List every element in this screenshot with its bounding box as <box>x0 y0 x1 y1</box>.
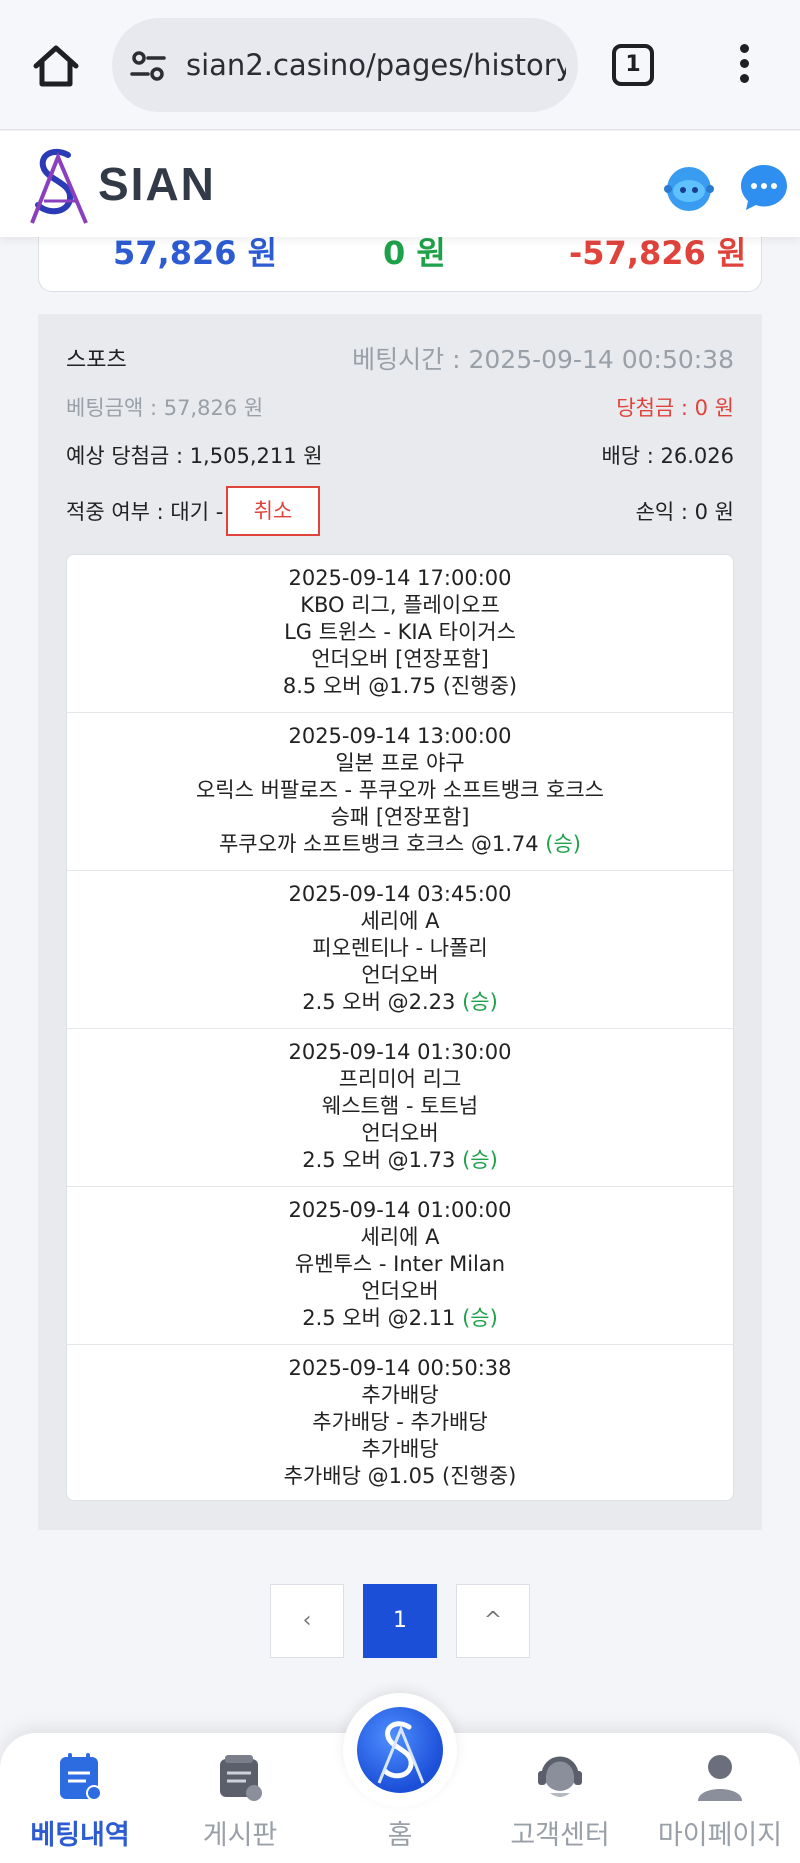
site-settings-icon[interactable] <box>128 46 168 86</box>
page-1-button[interactable]: 1 <box>363 1584 437 1658</box>
game-datetime: 2025-09-14 03:45:00 <box>288 882 512 906</box>
game-market: 언더오버 <box>361 1121 439 1145</box>
nav-item-my-page[interactable]: 마이페이지 <box>640 1733 800 1863</box>
game-pick-line: 8.5 오버 @1.75 (진행중) <box>67 673 733 700</box>
cancel-bet-button[interactable]: 취소 <box>226 486 320 536</box>
nav-label-home[interactable]: 홈 <box>343 1813 457 1852</box>
game-league: 추가배당 <box>361 1383 439 1407</box>
game-datetime: 2025-09-14 13:00:00 <box>288 724 512 748</box>
logo-text[interactable]: SIAN <box>98 157 216 211</box>
game-league: 일본 프로 야구 <box>335 751 465 775</box>
nav-item-betting-history[interactable]: 베팅내역 <box>0 1733 160 1863</box>
game-pick-line: 푸쿠오까 소프트뱅크 호크스 @1.74 (승) <box>67 831 733 858</box>
betting-history-icon <box>60 1753 102 1801</box>
home-icon[interactable] <box>30 40 82 92</box>
game-match: 유벤투스 - Inter Milan <box>294 1252 506 1276</box>
profit-loss: 손익 : 0 원 <box>635 500 734 524</box>
game-match: LG 트윈스 - KIA 타이거스 <box>284 620 516 644</box>
total-odds: 배당 : 26.026 <box>601 444 734 468</box>
scroll-top-button[interactable]: ^ <box>456 1584 530 1658</box>
game-result: (승) <box>462 1148 498 1172</box>
game-market: 언더오버 [연장포함] <box>311 647 489 671</box>
bet-category: 스포츠 <box>66 348 127 373</box>
game-item: 2025-09-14 01:30:00 프리미어 리그 웨스트햄 - 토트넘 언… <box>67 1029 733 1187</box>
game-pick-line: 2.5 오버 @1.73 (승) <box>67 1147 733 1174</box>
game-pick: 2.5 오버 @2.23 <box>302 990 456 1014</box>
site-header: SIAN <box>0 131 800 237</box>
game-result: (진행중) <box>442 674 518 698</box>
game-pick: 2.5 오버 @1.73 <box>302 1148 456 1172</box>
bet-history-card: 스포츠 베팅시간 : 2025-09-14 00:50:38 베팅금액 : 57… <box>38 314 762 1530</box>
nav-label: 게시판 <box>202 1820 278 1851</box>
game-datetime: 2025-09-14 17:00:00 <box>288 566 512 590</box>
game-item: 2025-09-14 17:00:00 KBO 리그, 플레이오프 LG 트윈스… <box>67 555 733 713</box>
prev-page-button[interactable]: ‹ <box>270 1584 344 1658</box>
game-item: 2025-09-14 03:45:00 세리에 A 피오렌티나 - 나폴리 언더… <box>67 871 733 1029</box>
bot-icon[interactable] <box>662 161 716 215</box>
game-item: 2025-09-14 13:00:00 일본 프로 야구 오릭스 버팔로즈 - … <box>67 713 733 871</box>
game-match: 피오렌티나 - 나폴리 <box>312 936 488 960</box>
game-result: (승) <box>462 1306 498 1330</box>
game-pick: 2.5 오버 @2.11 <box>302 1306 456 1330</box>
game-market: 승패 [연장포함] <box>330 805 470 829</box>
chat-icon[interactable] <box>738 161 790 213</box>
game-league: 프리미어 리그 <box>338 1067 462 1091</box>
sian-logo-icon[interactable] <box>24 143 94 227</box>
game-market: 추가배당 <box>361 1437 439 1461</box>
my-page-icon <box>698 1755 742 1801</box>
board-icon <box>220 1755 262 1801</box>
game-pick-line: 2.5 오버 @2.11 (승) <box>67 1305 733 1332</box>
customer-center-icon <box>538 1756 582 1797</box>
game-market: 언더오버 <box>361 963 439 987</box>
game-match: 추가배당 - 추가배당 <box>312 1410 488 1434</box>
nav-label: 베팅내역 <box>30 1820 130 1851</box>
win-amount: 당첨금 : 0 원 <box>616 396 734 420</box>
tab-switcher-button[interactable]: 1 <box>612 44 654 86</box>
nav-item-customer-center[interactable]: 고객센터 <box>480 1733 640 1863</box>
address-bar[interactable]: sian2.casino/pages/history1 <box>112 18 578 112</box>
hit-status: 적중 여부 : 대기 - <box>66 500 224 524</box>
game-league: 세리에 A <box>360 909 440 933</box>
bet-amount: 베팅금액 : 57,826 원 <box>66 396 264 420</box>
bet-time: 베팅시간 : 2025-09-14 00:50:38 <box>352 345 734 374</box>
nav-label: 고객센터 <box>510 1820 610 1851</box>
game-datetime: 2025-09-14 00:50:38 <box>288 1356 512 1380</box>
game-pick: 푸쿠오까 소프트뱅크 호크스 @1.74 <box>218 832 539 856</box>
game-league: 세리에 A <box>360 1225 440 1249</box>
game-market: 언더오버 <box>361 1279 439 1303</box>
game-result: (진행중) <box>442 1464 517 1488</box>
game-item: 2025-09-14 00:50:38 추가배당 추가배당 - 추가배당 추가배… <box>67 1345 733 1500</box>
game-datetime: 2025-09-14 01:30:00 <box>288 1040 512 1064</box>
expected-win: 예상 당첨금 : 1,505,211 원 <box>66 444 323 468</box>
browser-toolbar: sian2.casino/pages/history1 1 <box>0 0 800 130</box>
game-datetime: 2025-09-14 01:00:00 <box>288 1198 512 1222</box>
game-list: 2025-09-14 17:00:00 KBO 리그, 플레이오프 LG 트윈스… <box>66 554 734 1501</box>
game-pick-line: 2.5 오버 @2.23 (승) <box>67 989 733 1016</box>
game-pick: 추가배당 @1.05 <box>283 1464 436 1488</box>
game-match: 오릭스 버팔로즈 - 푸쿠오까 소프트뱅크 호크스 <box>195 778 605 802</box>
nav-item-board[interactable]: 게시판 <box>160 1733 320 1863</box>
home-button[interactable] <box>343 1693 457 1807</box>
game-league: KBO 리그, 플레이오프 <box>300 593 500 617</box>
game-result: (승) <box>462 990 498 1014</box>
game-item: 2025-09-14 01:00:00 세리에 A 유벤투스 - Inter M… <box>67 1187 733 1345</box>
nav-label: 마이페이지 <box>657 1820 783 1851</box>
game-match: 웨스트햄 - 토트넘 <box>321 1094 479 1118</box>
game-pick: 8.5 오버 @1.75 <box>282 674 437 698</box>
game-result: (승) <box>545 832 582 856</box>
browser-menu-icon[interactable] <box>730 44 758 88</box>
url-text[interactable]: sian2.casino/pages/history1 <box>186 46 566 84</box>
game-pick-line: 추가배당 @1.05 (진행중) <box>67 1463 733 1490</box>
home-logo-icon <box>357 1707 443 1793</box>
